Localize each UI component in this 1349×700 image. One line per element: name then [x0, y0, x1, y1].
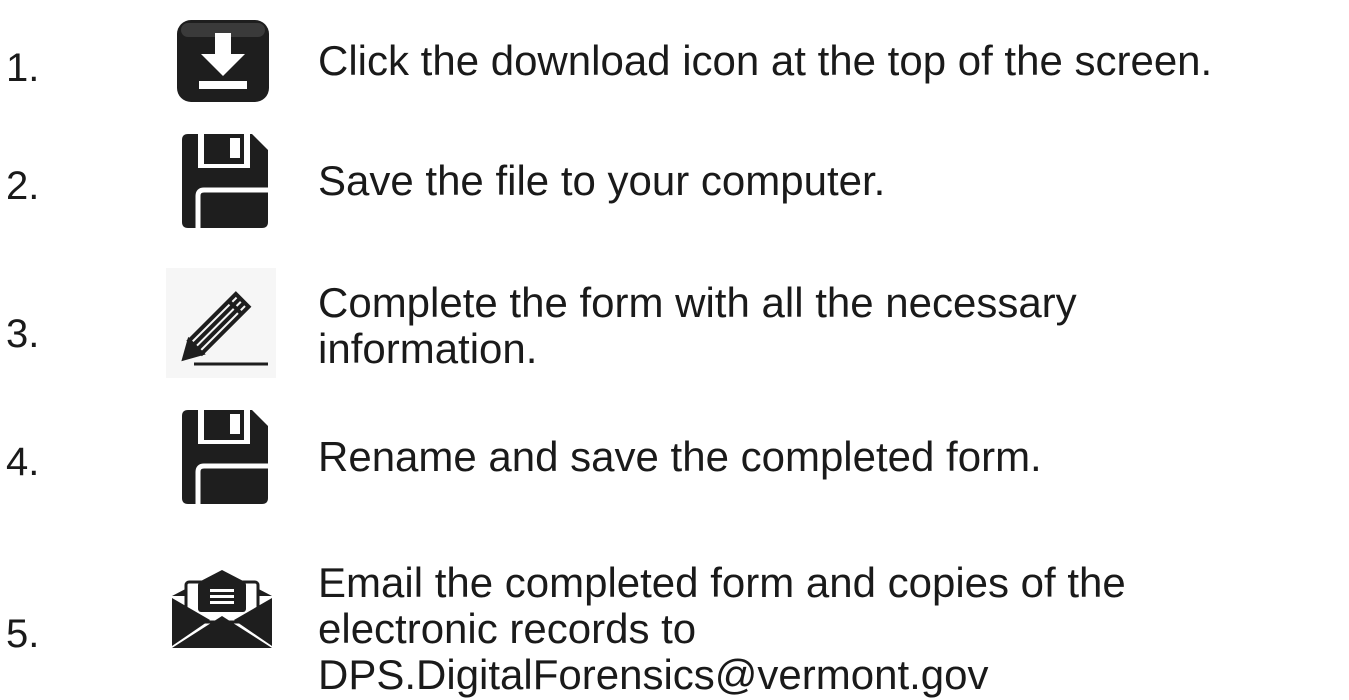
step-number: 2. [6, 164, 40, 208]
step-text: Rename and save the completed form. [318, 433, 1042, 480]
instructions-page: 1. Click the download icon at the top of… [0, 0, 1349, 700]
step-number: 5. [6, 612, 40, 656]
envelope-icon [168, 568, 276, 650]
step-number: 1. [6, 46, 40, 90]
step-text: Complete the form with all the necessary… [318, 279, 1077, 372]
step-number: 3. [6, 312, 40, 356]
step-text: Email the completed form and copies of t… [318, 559, 1126, 698]
floppy-disk-icon [180, 132, 270, 230]
email-address: DPS.DigitalForensics@vermont.gov [318, 651, 989, 698]
step-text: Click the download icon at the top of th… [318, 37, 1213, 84]
pencil-icon [166, 268, 276, 378]
step-number: 4. [6, 440, 40, 484]
floppy-disk-icon [180, 408, 270, 506]
step-text: Save the file to your computer. [318, 157, 886, 204]
download-icon [175, 18, 271, 104]
